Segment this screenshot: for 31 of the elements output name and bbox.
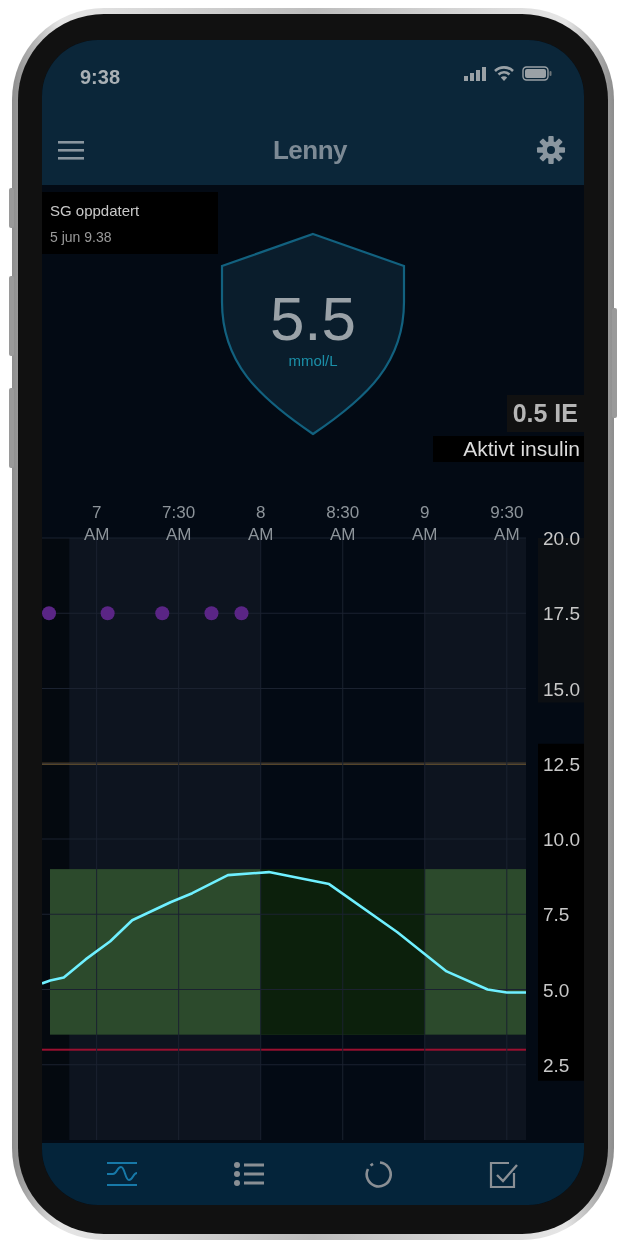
battery-icon — [522, 66, 552, 81]
sensor-update-label: SG oppdatert — [50, 201, 141, 221]
x-axis-label: 9 AM — [412, 503, 438, 544]
chart-icon — [104, 1159, 139, 1189]
list-icon — [232, 1159, 267, 1189]
x-axis-label: 9:30 AM — [490, 503, 524, 544]
glucose-unit: mmol/L — [288, 352, 338, 369]
y-axis-label: 12.5 — [543, 753, 580, 775]
y-axis-label: 7.5 — [543, 904, 570, 926]
menu-icon — [58, 140, 84, 160]
menu-button[interactable] — [58, 140, 84, 160]
app-title: Lenny — [272, 133, 348, 167]
x-axis-label: 7:30 AM — [162, 503, 196, 544]
settings-icon — [536, 135, 566, 165]
x-axis-label: 8:30 AM — [326, 503, 360, 544]
y-axis-label: 2.5 — [543, 1054, 570, 1076]
active-insulin-label: Aktivt insulin — [433, 436, 584, 462]
y-axis-label: 17.5 — [543, 603, 580, 625]
settings-button[interactable] — [536, 135, 566, 165]
sensor-update-time: 5 jun 9.38 — [50, 227, 113, 247]
x-axis-label: 7 AM — [83, 503, 110, 544]
x-axis-label: 8 AM — [247, 503, 274, 544]
active-insulin-amount: 0.5 IE — [506, 395, 584, 432]
y-axis-label: 20.0 — [543, 528, 580, 549]
y-axis-label: 15.0 — [543, 678, 580, 700]
status-time: 9:38 — [80, 65, 121, 90]
signal-icon — [464, 66, 486, 81]
wifi-icon — [494, 66, 514, 81]
y-axis-label: 5.0 — [543, 979, 570, 1001]
y-axis-label: 10.0 — [543, 829, 580, 850]
glucose-value: 5.5 — [269, 284, 357, 353]
